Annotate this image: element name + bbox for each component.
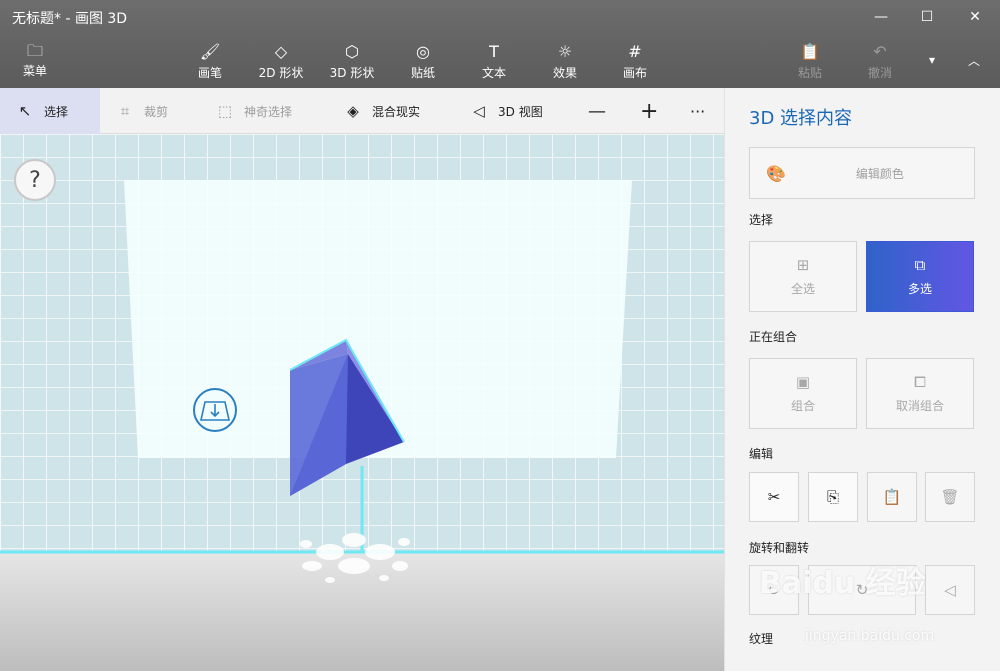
flip-icon: ◁ — [944, 581, 956, 599]
ungroup-icon: ⧠ — [913, 373, 926, 391]
magic-select-label: 神奇选择 — [244, 104, 293, 119]
canvas-icon: # — [628, 42, 642, 61]
tool-stickers[interactable]: ◎ 贴纸 — [393, 40, 453, 81]
crop-button[interactable]: ⌗ 裁剪 — [116, 88, 168, 134]
shape-3d-icon: ⬡ — [345, 42, 359, 61]
minimize-button[interactable]: — — [858, 0, 904, 34]
watermark-url: jingyan.baidu.com — [805, 628, 935, 644]
shape-2d-icon: ◇ — [274, 42, 288, 61]
mixed-reality-icon: ◈ — [347, 102, 359, 120]
brush-icon: 🖌 — [199, 42, 221, 61]
window-title: 无标题* - 画图 3D — [12, 11, 128, 27]
paste-label: 粘贴 — [797, 66, 822, 80]
texture-section-label: 纹理 — [749, 632, 774, 646]
edit-section-label: 编辑 — [749, 447, 774, 461]
cursor-icon: ↖ — [18, 102, 32, 120]
history-dropdown-button[interactable]: ▾ — [914, 44, 950, 76]
select-all-label: 全选 — [790, 282, 815, 296]
tool-label: 画笔 — [197, 66, 222, 80]
crop-label: 裁剪 — [144, 104, 169, 119]
paste-panel-button[interactable]: 📋 — [867, 472, 917, 522]
text-icon: T — [489, 42, 499, 61]
tool-label: 画布 — [622, 66, 647, 80]
view-3d-icon: ◁ — [473, 102, 485, 120]
tool-brush[interactable]: 🖌 画笔 — [180, 40, 240, 81]
flip-button[interactable]: ◁ — [925, 565, 975, 615]
magic-select-icon: ⬚ — [217, 102, 233, 120]
view-3d-label: 3D 视图 — [498, 104, 543, 119]
paste-icon: 📋 — [800, 42, 820, 61]
maximize-button[interactable]: ☐ — [904, 0, 950, 34]
tool-label: 效果 — [552, 66, 577, 80]
copy-button[interactable]: ⎘ — [808, 472, 858, 522]
group-label: 组合 — [790, 399, 815, 413]
select-all-button[interactable]: ⊞ 全选 — [749, 241, 857, 312]
chevron-down-icon: ▾ — [928, 53, 936, 67]
copy-icon: ⎘ — [826, 488, 839, 506]
panel-title: 3D 选择内容 — [749, 108, 853, 129]
multi-select-icon: ⧉ — [914, 256, 926, 274]
group-section-label: 正在组合 — [749, 330, 798, 344]
ungroup-label: 取消组合 — [895, 399, 944, 413]
select-section-label: 选择 — [749, 213, 774, 227]
menu-button[interactable]: 🗀 菜单 — [12, 40, 58, 79]
undo-button[interactable]: ↶ 撤消 — [850, 40, 910, 81]
edit-color-label: 编辑颜色 — [855, 166, 904, 181]
close-button[interactable]: ✕ — [952, 0, 998, 34]
paste-button[interactable]: 📋 粘贴 — [780, 40, 840, 81]
select-tool-button[interactable]: ↖ 选择 — [0, 88, 100, 134]
watermark-logo: Baidu 经验 — [759, 566, 926, 601]
app-toolbar: 无标题* - 画图 3D — ☐ ✕ 🗀 菜单 🖌 画笔 ◇ 2D 形状 ⬡ 3… — [0, 0, 1000, 88]
select-all-icon: ⊞ — [796, 256, 810, 274]
view-3d-button[interactable]: ◁ 3D 视图 — [470, 88, 543, 134]
menu-label: 菜单 — [22, 64, 47, 78]
multi-select-button[interactable]: ⧉ 多选 — [866, 241, 974, 312]
tool-label: 2D 形状 — [258, 66, 304, 80]
tool-label: 贴纸 — [410, 66, 435, 80]
tool-label: 文本 — [481, 66, 506, 80]
tool-2d-shapes[interactable]: ◇ 2D 形状 — [251, 40, 311, 81]
zoom-in-button[interactable]: + — [640, 88, 658, 134]
tool-effects[interactable]: ☼ 效果 — [535, 40, 595, 81]
select-label: 选择 — [44, 104, 69, 119]
ungroup-button[interactable]: ⧠ 取消组合 — [866, 358, 974, 429]
more-options-button[interactable]: ··· — [690, 88, 705, 134]
tool-canvas[interactable]: # 画布 — [605, 40, 665, 81]
collapse-toolbar-button[interactable]: ︿ — [956, 44, 992, 76]
mixed-reality-button[interactable]: ◈ 混合现实 — [344, 88, 420, 134]
magic-select-button[interactable]: ⬚ 神奇选择 — [216, 88, 292, 134]
palette-icon: 🎨 — [766, 163, 786, 183]
cut-button[interactable]: ✂ — [749, 472, 799, 522]
scene-3d — [0, 134, 724, 671]
mixed-reality-label: 混合现实 — [372, 104, 421, 119]
undo-icon: ↶ — [873, 42, 887, 61]
undo-label: 撤消 — [867, 66, 892, 80]
scissors-icon: ✂ — [767, 488, 781, 506]
zoom-out-button[interactable]: — — [588, 88, 606, 134]
tool-label: 3D 形状 — [329, 66, 375, 80]
multi-select-label: 多选 — [907, 282, 932, 296]
trash-icon: 🗑 — [940, 488, 960, 506]
paste-icon: 📋 — [882, 488, 902, 506]
group-icon: ▣ — [795, 373, 811, 391]
delete-button[interactable]: 🗑 — [925, 472, 975, 522]
selection-panel: 3D 选择内容 🎨 编辑颜色 选择 ⊞ 全选 ⧉ 多选 正在组合 ▣ 组合 ⧠ … — [724, 88, 1000, 671]
effects-icon: ☼ — [557, 42, 573, 61]
help-button[interactable]: ? — [14, 159, 56, 201]
tool-3d-shapes[interactable]: ⬡ 3D 形状 — [322, 40, 382, 81]
tool-options-bar: ↖ 选择 ⌗ 裁剪 ⬚ 神奇选择 ◈ 混合现实 ◁ 3D 视图 — + ··· — [0, 88, 724, 134]
sticker-icon: ◎ — [416, 42, 430, 61]
canvas-area[interactable]: ? — [0, 134, 724, 671]
crop-icon: ⌗ — [120, 102, 130, 120]
chevron-up-icon: ︿ — [967, 53, 980, 68]
folder-icon: 🗀 — [26, 41, 43, 60]
group-button[interactable]: ▣ 组合 — [749, 358, 857, 429]
tool-text[interactable]: T 文本 — [464, 40, 524, 81]
edit-color-button[interactable]: 🎨 编辑颜色 — [749, 147, 975, 199]
rotate-section-label: 旋转和翻转 — [749, 541, 810, 555]
